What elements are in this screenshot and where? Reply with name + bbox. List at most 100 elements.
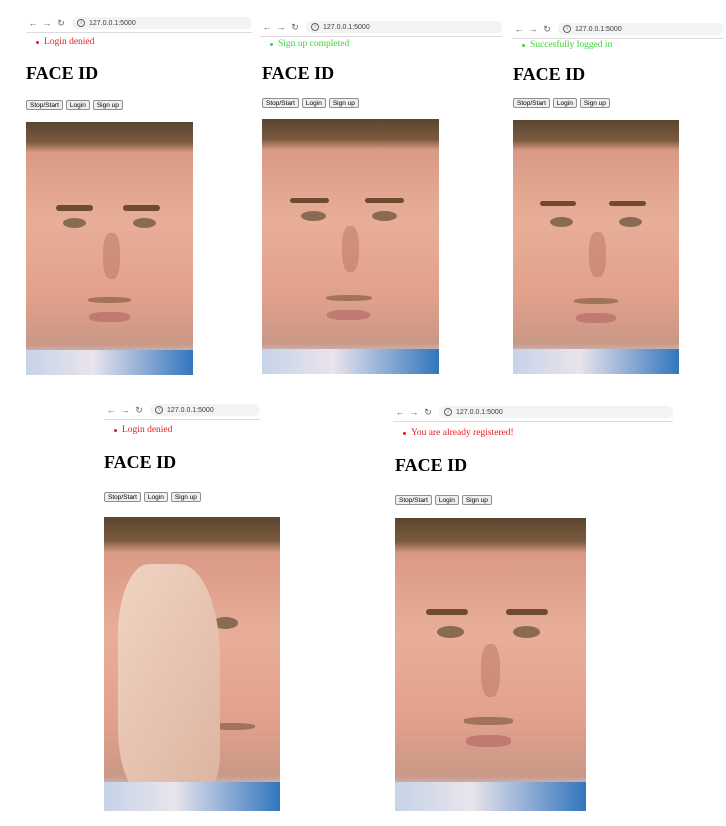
face-feature	[290, 198, 330, 204]
video-feed	[262, 119, 439, 374]
flash-message: Login denied	[114, 425, 172, 435]
face-feature	[576, 313, 616, 324]
forward-arrow-icon[interactable]: →	[526, 24, 540, 34]
signup-button[interactable]: Sign up	[579, 98, 610, 108]
address-bar: ← → ↻ i 127.0.0.1:5000	[393, 405, 673, 419]
flash-message-text: Login denied	[122, 425, 173, 435]
page-title: FACE ID	[104, 452, 177, 472]
video-feed	[104, 517, 280, 811]
info-icon: i	[155, 406, 163, 414]
face-feature	[132, 218, 157, 229]
login-button[interactable]: Login	[552, 98, 577, 108]
flash-message: Login denied	[36, 37, 94, 47]
face-feature	[539, 201, 577, 207]
address-bar: ← → ↻ i 127.0.0.1:5000	[512, 22, 724, 36]
page-title: FACE ID	[262, 63, 335, 83]
forward-arrow-icon[interactable]: →	[118, 405, 132, 415]
face-feature	[609, 201, 646, 207]
back-arrow-icon[interactable]: ←	[260, 22, 274, 32]
face-feature	[62, 218, 87, 229]
reload-icon[interactable]: ↻	[421, 407, 435, 418]
hand	[118, 564, 221, 800]
login-button[interactable]: Login	[434, 495, 459, 505]
page-title: FACE ID	[513, 64, 586, 84]
stop-start-button[interactable]: Stop/Start	[395, 495, 432, 505]
browser-panel-2: ← → ↻ i 127.0.0.1:5000 Sign up completed …	[260, 20, 502, 376]
face-feature	[465, 734, 512, 747]
back-arrow-icon[interactable]: ←	[512, 24, 526, 34]
flash-message: You are already registered!	[403, 428, 514, 438]
login-button[interactable]: Login	[143, 492, 168, 502]
video-feed	[395, 518, 586, 811]
flash-message-text: Login denied	[44, 37, 95, 47]
divider	[104, 419, 260, 420]
page-title: FACE ID	[26, 63, 99, 83]
face-feature	[371, 210, 397, 221]
bullet	[270, 42, 273, 46]
back-arrow-icon[interactable]: ←	[104, 405, 118, 415]
flash-message: Sign up completed	[270, 39, 349, 49]
login-button[interactable]: Login	[301, 98, 326, 108]
url-field[interactable]: i 127.0.0.1:5000	[150, 404, 260, 416]
url-field[interactable]: i 127.0.0.1:5000	[72, 17, 252, 29]
url-field[interactable]: i 127.0.0.1:5000	[439, 406, 673, 418]
url-field[interactable]: i 127.0.0.1:5000	[306, 21, 502, 33]
button-row: Stop/Start Login Sign up	[262, 98, 359, 108]
forward-arrow-icon[interactable]: →	[40, 18, 54, 28]
face-feature	[619, 216, 643, 227]
stop-start-button[interactable]: Stop/Start	[26, 100, 63, 110]
flash-message-text: You are already registered!	[411, 428, 514, 438]
button-row: Stop/Start Login Sign up	[26, 100, 123, 110]
flash-message-text: Sign up completed	[278, 39, 350, 49]
face-feature	[463, 717, 514, 725]
face-feature	[102, 233, 120, 279]
face-feature	[425, 608, 468, 615]
reload-icon[interactable]: ↻	[540, 24, 554, 35]
video-feed	[26, 122, 193, 375]
face-feature	[89, 311, 130, 322]
face-feature	[549, 216, 573, 227]
face-feature	[513, 626, 541, 639]
divider	[393, 421, 673, 422]
address-bar: ← → ↻ i 127.0.0.1:5000	[260, 20, 502, 34]
stop-start-button[interactable]: Stop/Start	[104, 492, 141, 502]
browser-panel-4: ← → ↻ i 127.0.0.1:5000 Login denied FACE …	[104, 403, 288, 813]
address-bar: ← → ↻ i 127.0.0.1:5000	[26, 16, 252, 30]
stop-start-button[interactable]: Stop/Start	[262, 98, 299, 108]
reload-icon[interactable]: ↻	[288, 22, 302, 33]
face-feature	[341, 226, 360, 272]
bullet	[114, 428, 117, 432]
face-feature	[480, 643, 501, 697]
face-feature	[87, 296, 132, 303]
login-button[interactable]: Login	[65, 100, 90, 110]
info-icon: i	[563, 25, 571, 33]
face-feature	[589, 231, 606, 278]
divider	[512, 38, 724, 39]
face-feature	[395, 781, 586, 811]
bullet	[403, 431, 406, 435]
face-feature	[300, 210, 326, 221]
back-arrow-icon[interactable]: ←	[26, 18, 40, 28]
button-row: Stop/Start Login Sign up	[395, 495, 492, 505]
face-feature	[364, 198, 404, 204]
button-row: Stop/Start Login Sign up	[104, 492, 201, 502]
reload-icon[interactable]: ↻	[54, 18, 68, 29]
url-field[interactable]: i 127.0.0.1:5000	[558, 23, 724, 35]
stop-start-button[interactable]: Stop/Start	[513, 98, 550, 108]
video-feed	[513, 120, 679, 374]
info-icon: i	[77, 19, 85, 27]
forward-arrow-icon[interactable]: →	[274, 22, 288, 32]
signup-button[interactable]: Sign up	[170, 492, 201, 502]
address-bar: ← → ↻ i 127.0.0.1:5000	[104, 403, 260, 417]
bullet	[36, 40, 39, 44]
signup-button[interactable]: Sign up	[92, 100, 123, 110]
back-arrow-icon[interactable]: ←	[393, 407, 407, 417]
browser-panel-1: ← → ↻ i 127.0.0.1:5000 Login denied FACE …	[26, 16, 252, 376]
url-text: 127.0.0.1:5000	[89, 19, 136, 27]
signup-button[interactable]: Sign up	[461, 495, 492, 505]
url-text: 127.0.0.1:5000	[167, 406, 214, 414]
reload-icon[interactable]: ↻	[132, 405, 146, 416]
signup-button[interactable]: Sign up	[328, 98, 359, 108]
info-icon: i	[444, 408, 452, 416]
forward-arrow-icon[interactable]: →	[407, 407, 421, 417]
